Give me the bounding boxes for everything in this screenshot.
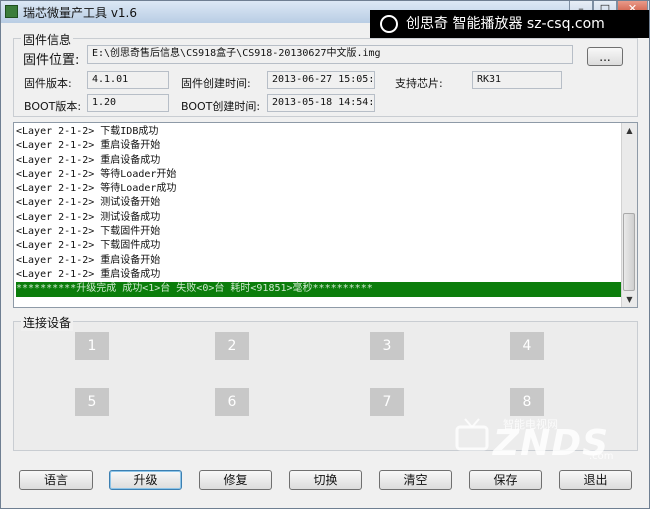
language-button[interactable]: 语言 bbox=[19, 470, 93, 490]
app-window: 瑞芯微量产工具 v1.6 – □ ✕ 创思奇 智能播放器 sz-csq.com … bbox=[0, 0, 650, 509]
upgrade-summary-line: **********升级完成 成功<1>台 失败<0>台 耗时<91851>毫秒… bbox=[16, 282, 623, 297]
log-line: <Layer 2-1-2> 重启设备成功 bbox=[16, 268, 161, 280]
log-line: <Layer 2-1-2> 测试设备开始 bbox=[16, 197, 161, 209]
firmware-position-field[interactable]: E:\创思奇售后信息\CS918盒子\CS918-20130627中文版.img bbox=[87, 45, 573, 64]
log-line: <Layer 2-1-2> 重启设备开始 bbox=[16, 254, 161, 266]
log-scrollbar[interactable]: ▲ ▼ bbox=[621, 123, 637, 307]
firmware-position-label: 固件位置: bbox=[23, 53, 80, 68]
firmware-group-title: 固件信息 bbox=[21, 31, 74, 48]
device-slot-2[interactable]: 2 bbox=[215, 332, 249, 360]
log-line: <Layer 2-1-2> 下载固件开始 bbox=[16, 226, 161, 238]
scroll-down-icon[interactable]: ▼ bbox=[622, 292, 637, 307]
log-line: <Layer 2-1-2> 测试设备成功 bbox=[16, 211, 161, 223]
scroll-up-icon[interactable]: ▲ bbox=[622, 123, 637, 138]
boot-version-field: 1.20 bbox=[87, 94, 169, 112]
boot-created-field: 2013-05-18 14:54:12 bbox=[267, 94, 375, 112]
app-icon bbox=[5, 5, 18, 18]
firmware-created-label: 固件创建时间: bbox=[181, 77, 251, 90]
log-panel[interactable]: <Layer 2-1-2> 下载IDB成功 <Layer 2-1-2> 重启设备… bbox=[13, 122, 638, 308]
firmware-version-label: 固件版本: bbox=[24, 77, 72, 90]
brand-logo-icon bbox=[380, 15, 398, 33]
supported-chip-field: RK31 bbox=[472, 71, 562, 89]
boot-created-label: BOOT创建时间: bbox=[181, 100, 261, 113]
exit-button[interactable]: 退出 bbox=[559, 470, 632, 490]
log-line: <Layer 2-1-2> 重启设备开始 bbox=[16, 140, 161, 152]
device-slot-6[interactable]: 6 bbox=[215, 388, 249, 416]
upgrade-button[interactable]: 升级 bbox=[109, 470, 182, 490]
window-title: 瑞芯微量产工具 v1.6 bbox=[23, 6, 138, 20]
znds-watermark: 智能电视网 ZNDS .com bbox=[451, 411, 641, 466]
supported-chip-label: 支持芯片: bbox=[395, 77, 443, 90]
device-slot-5[interactable]: 5 bbox=[75, 388, 109, 416]
switch-button[interactable]: 切换 bbox=[289, 470, 362, 490]
clear-button[interactable]: 清空 bbox=[379, 470, 452, 490]
tv-logo-icon bbox=[455, 418, 489, 451]
save-button[interactable]: 保存 bbox=[469, 470, 542, 490]
firmware-version-field: 4.1.01 bbox=[87, 71, 169, 89]
znds-domain: .com bbox=[589, 451, 614, 462]
device-slot-7[interactable]: 7 bbox=[370, 388, 404, 416]
boot-version-label: BOOT版本: bbox=[24, 100, 82, 113]
log-lines: <Layer 2-1-2> 下载IDB成功 <Layer 2-1-2> 重启设备… bbox=[16, 125, 623, 297]
log-line: <Layer 2-1-2> 等待Loader成功 bbox=[16, 183, 177, 195]
device-slot-4[interactable]: 4 bbox=[510, 332, 544, 360]
log-line: <Layer 2-1-2> 等待Loader开始 bbox=[16, 168, 177, 180]
firmware-created-field: 2013-06-27 15:05:02 bbox=[267, 71, 375, 89]
scrollbar-thumb[interactable] bbox=[623, 213, 635, 291]
log-line: <Layer 2-1-2> 下载IDB成功 bbox=[16, 126, 159, 137]
log-line: <Layer 2-1-2> 下载固件成功 bbox=[16, 240, 161, 252]
device-slot-1[interactable]: 1 bbox=[75, 332, 109, 360]
watermark-text: 创思奇 智能播放器 sz-csq.com bbox=[406, 16, 605, 32]
log-line: <Layer 2-1-2> 重启设备成功 bbox=[16, 154, 161, 166]
browse-firmware-button[interactable]: ... bbox=[587, 47, 623, 66]
devices-group-title: 连接设备 bbox=[21, 314, 74, 331]
device-slot-3[interactable]: 3 bbox=[370, 332, 404, 360]
site-watermark: 创思奇 智能播放器 sz-csq.com bbox=[370, 10, 649, 38]
repair-button[interactable]: 修复 bbox=[199, 470, 272, 490]
